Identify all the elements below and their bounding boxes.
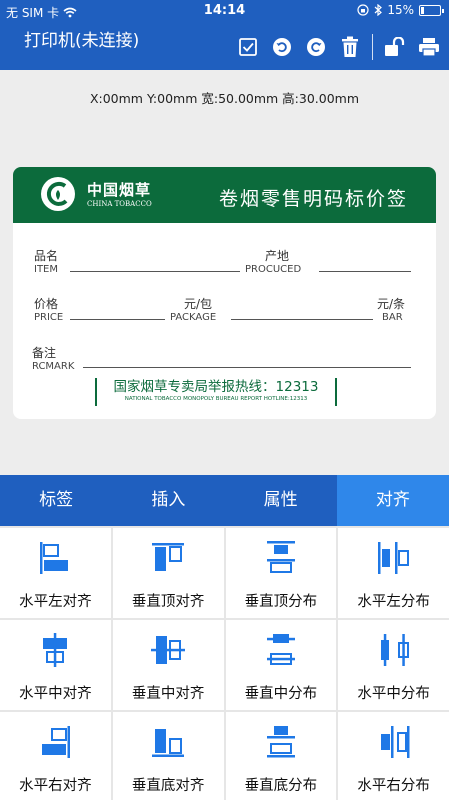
align-vertical-center-icon xyxy=(151,636,186,664)
align-button-label: 水平中对齐 xyxy=(19,686,92,702)
field-origin: 产地 PROCUCED xyxy=(245,250,301,276)
tab-properties[interactable]: 属性 xyxy=(225,475,337,526)
toolbar-divider xyxy=(372,34,373,60)
status-bar: 无 SIM 卡 14:14 15% xyxy=(0,0,449,22)
align-horizontal-center-icon xyxy=(43,633,68,667)
distribute-bottom-icon xyxy=(266,726,295,758)
field-remark: 备注 RCMARK xyxy=(32,347,74,373)
align-bottom-icon xyxy=(152,729,185,757)
unlock-icon[interactable] xyxy=(383,35,407,59)
field-package-en: PACKAGE xyxy=(170,312,217,323)
align-vertical-center-button[interactable]: 垂直中对齐 xyxy=(112,620,224,710)
tab-label[interactable]: 标签 xyxy=(0,475,112,526)
align-button-label: 垂直顶对齐 xyxy=(131,594,205,610)
distribute-right-button[interactable]: 水平右分布 xyxy=(338,712,449,800)
align-left-button[interactable]: 水平左对齐 xyxy=(0,528,111,618)
align-button-label: 垂直顶分布 xyxy=(244,594,318,610)
distribute-bottom-button[interactable]: 垂直底分布 xyxy=(225,712,337,800)
field-price-en: PRICE xyxy=(34,312,64,323)
field-price-line xyxy=(70,319,165,320)
logo-text-cn: 中国烟草 xyxy=(87,181,152,199)
field-item-cn: 品名 xyxy=(34,249,59,263)
battery-percent: 15% xyxy=(387,3,414,17)
align-button-label: 水平左对齐 xyxy=(19,594,92,610)
align-horizontal-center-button[interactable]: 水平中对齐 xyxy=(0,620,111,710)
distribute-horizontal-center-icon xyxy=(380,634,409,666)
field-remark-en: RCMARK xyxy=(32,361,75,372)
field-package: 元/包 PACKAGE xyxy=(170,298,216,324)
align-grid: 水平左对齐 垂直顶对齐 垂直顶分布 水平左分布 水平中对齐 垂直中对齐 垂直中分… xyxy=(0,526,449,800)
align-left-icon xyxy=(40,542,69,574)
align-right-button[interactable]: 水平右对齐 xyxy=(0,712,111,800)
distribute-top-icon xyxy=(266,541,295,573)
hotline-box: 国家烟草专卖局举报热线：12313 NATIONAL TOBACCO MONOP… xyxy=(95,378,337,406)
label-title: 卷烟零售明码标价签 xyxy=(218,188,408,210)
label-canvas[interactable]: 中国烟草 CHINA TOBACCO 卷烟零售明码标价签 品名 ITEM 产地 … xyxy=(13,167,436,419)
bluetooth-icon xyxy=(374,4,383,16)
field-item: 品名 ITEM xyxy=(34,250,58,276)
distribute-horizontal-center-button[interactable]: 水平中分布 xyxy=(338,620,449,710)
field-origin-line xyxy=(319,271,411,272)
field-bar-cn: 元/条 xyxy=(377,297,406,311)
align-right-icon xyxy=(42,726,71,758)
align-button-label: 水平右分布 xyxy=(357,778,430,794)
align-button-label: 水平中分布 xyxy=(357,686,430,702)
field-item-line xyxy=(70,271,240,272)
distribute-vertical-center-button[interactable]: 垂直中分布 xyxy=(225,620,337,710)
align-button-label: 水平左分布 xyxy=(357,594,430,610)
field-bar-en: BAR xyxy=(382,312,403,323)
select-all-icon[interactable] xyxy=(236,35,260,59)
battery-icon xyxy=(419,4,444,16)
china-tobacco-logo-icon xyxy=(41,177,75,211)
field-origin-en: PROCUCED xyxy=(245,264,302,275)
tab-bar: 标签 插入 属性 对齐 xyxy=(0,475,449,526)
orientation-lock-icon xyxy=(357,4,369,16)
hotline-cn: 国家烟草专卖局举报热线：12313 xyxy=(113,379,319,395)
field-item-en: ITEM xyxy=(34,264,59,275)
align-top-icon xyxy=(152,543,185,571)
printer-icon[interactable] xyxy=(417,35,441,59)
undo-icon[interactable] xyxy=(270,35,294,59)
dimensions-readout: X:00mm Y:00mm 宽:50.00mm 高:30.00mm xyxy=(89,91,360,106)
field-remark-line xyxy=(83,367,411,368)
hotline-en: NATIONAL TOBACCO MONOPOLY BUREAU REPORT … xyxy=(124,396,308,402)
tab-insert[interactable]: 插入 xyxy=(112,475,224,526)
distribute-right-icon xyxy=(380,726,410,758)
align-button-label: 垂直中分布 xyxy=(244,686,318,702)
field-origin-cn: 产地 xyxy=(265,249,290,263)
align-button-label: 垂直中对齐 xyxy=(131,686,205,702)
field-bar: 元/条 BAR xyxy=(377,298,405,324)
align-button-label: 垂直底分布 xyxy=(244,778,318,794)
field-package-line xyxy=(231,319,373,320)
field-price: 价格 PRICE xyxy=(34,298,63,324)
logo-text-en: CHINA TOBACCO xyxy=(87,200,152,208)
distribute-left-icon xyxy=(377,542,409,574)
nav-bar: 打印机(未连接) xyxy=(0,22,449,70)
label-header: 中国烟草 CHINA TOBACCO 卷烟零售明码标价签 xyxy=(13,167,436,223)
align-button-label: 水平右对齐 xyxy=(19,778,92,794)
trash-icon[interactable] xyxy=(338,35,362,59)
distribute-left-button[interactable]: 水平左分布 xyxy=(338,528,449,618)
distribute-vertical-center-icon xyxy=(266,634,295,665)
field-price-cn: 价格 xyxy=(34,297,59,311)
align-bottom-button[interactable]: 垂直底对齐 xyxy=(112,712,224,800)
align-top-button[interactable]: 垂直顶对齐 xyxy=(112,528,224,618)
distribute-top-button[interactable]: 垂直顶分布 xyxy=(225,528,337,618)
page-title: 打印机(未连接) xyxy=(24,31,140,51)
align-button-label: 垂直底对齐 xyxy=(131,778,205,794)
field-package-cn: 元/包 xyxy=(184,297,213,311)
tab-align[interactable]: 对齐 xyxy=(336,475,449,526)
redo-icon[interactable] xyxy=(304,35,328,59)
field-remark-cn: 备注 xyxy=(32,346,57,360)
